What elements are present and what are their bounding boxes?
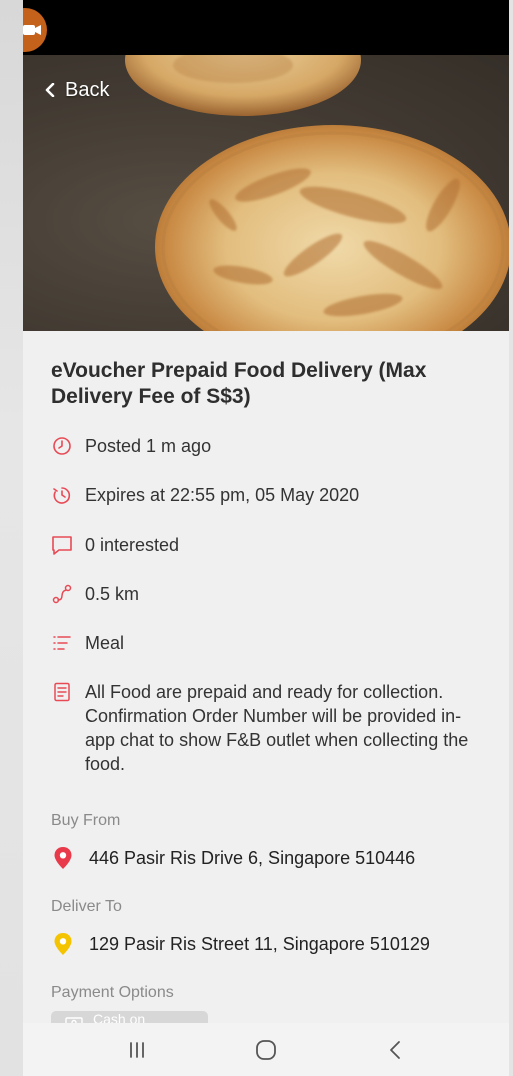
clock-icon xyxy=(51,434,73,458)
posted-row: Posted 1 m ago xyxy=(51,434,481,458)
interested-text: 0 interested xyxy=(85,535,180,555)
deliver-to-address-row[interactable]: 129 Pasir Ris Street 11, Singapore 51012… xyxy=(51,931,481,957)
distance-row: 0.5 km xyxy=(51,582,481,606)
phone-screen: Back eVoucher Prepaid Food Delivery (Max… xyxy=(23,0,509,1076)
background-strip-left xyxy=(0,0,23,1076)
back-label: Back xyxy=(65,78,110,101)
route-icon xyxy=(51,582,73,606)
list-icon xyxy=(51,631,73,655)
location-pin-icon xyxy=(51,845,75,871)
interested-row: 0 interested xyxy=(51,533,481,557)
category-text: Meal xyxy=(85,633,125,653)
home-button[interactable] xyxy=(246,1030,286,1070)
location-pin-icon xyxy=(51,931,75,957)
posted-text: Posted 1 m ago xyxy=(85,436,212,456)
buy-from-address-row[interactable]: 446 Pasir Ris Drive 6, Singapore 510446 xyxy=(51,845,481,871)
expires-row: Expires at 22:55 pm, 05 May 2020 xyxy=(51,483,481,507)
distance-text: 0.5 km xyxy=(85,584,140,604)
recent-apps-button[interactable] xyxy=(117,1030,157,1070)
listing-details: eVoucher Prepaid Food Delivery (Max Deli… xyxy=(23,331,509,1043)
status-bar xyxy=(23,0,509,55)
expires-text: Expires at 22:55 pm, 05 May 2020 xyxy=(85,485,360,505)
deliver-to-address: 129 Pasir Ris Street 11, Singapore 51012… xyxy=(89,934,430,954)
buy-from-address: 446 Pasir Ris Drive 6, Singapore 510446 xyxy=(89,848,416,868)
buy-from-label: Buy From xyxy=(51,812,121,829)
recent-apps-icon xyxy=(130,1041,145,1058)
back-icon xyxy=(389,1040,400,1059)
deliver-to-label: Deliver To xyxy=(51,898,122,915)
chat-bubble-icon xyxy=(51,533,73,557)
category-row: Meal xyxy=(51,631,481,655)
system-back-button[interactable] xyxy=(375,1030,415,1070)
video-camera-icon xyxy=(23,25,41,35)
description-row: All Food are prepaid and ready for colle… xyxy=(51,680,481,776)
back-button[interactable]: Back xyxy=(43,76,109,104)
document-icon xyxy=(51,680,73,704)
description-text: All Food are prepaid and ready for colle… xyxy=(85,682,469,774)
listing-title: eVoucher Prepaid Food Delivery (Max Deli… xyxy=(51,359,427,408)
payment-options-label: Payment Options xyxy=(51,984,174,1001)
timer-icon xyxy=(51,483,73,507)
chevron-left-icon xyxy=(45,83,55,97)
system-navigation-bar xyxy=(23,1023,509,1076)
background-strip-right xyxy=(509,0,513,1076)
home-icon xyxy=(256,1039,276,1060)
